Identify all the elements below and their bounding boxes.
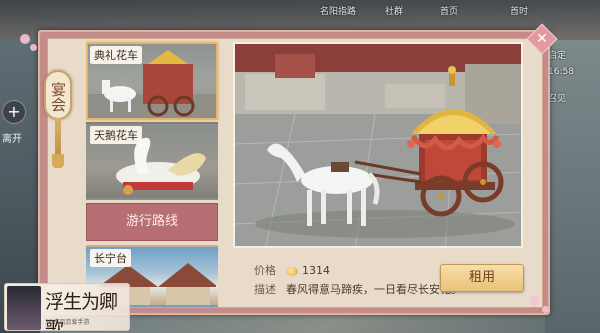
plus-icon[interactable]: + [2, 100, 26, 124]
blossom-decoration [530, 296, 540, 306]
hud-top-item[interactable]: 首页 [440, 4, 458, 17]
tassel-icon [52, 118, 64, 168]
ceremony-float-preview-image [235, 44, 521, 246]
hud-top-item[interactable]: 名阳指路 [320, 4, 356, 17]
float-card-ceremony[interactable]: 典礼花车 [86, 42, 218, 120]
float-card-label: 天鹅花车 [90, 126, 142, 144]
leave-label[interactable]: 离开 [2, 130, 32, 145]
close-icon: ✕ [536, 31, 548, 47]
price-row: 价格 1314 [254, 262, 330, 278]
description-value: 春风得意马蹄疾，一日看尽长安花。 [286, 283, 462, 296]
logo-subtitle: 3D古风恋爱手游 [45, 319, 90, 326]
hud-right-item[interactable]: 召见 [548, 91, 598, 104]
float-preview[interactable] [233, 42, 523, 248]
blossom-decoration [542, 306, 549, 313]
tab-banquet[interactable]: 宴会 [44, 70, 72, 120]
coin-icon [286, 266, 298, 276]
hud-right-time: 16:58 [548, 67, 574, 77]
hud-left: + 离开 [2, 100, 32, 145]
hud-right: 启定 16:58 召见 [548, 8, 598, 110]
float-card-swan[interactable]: 天鹅花车 [86, 122, 218, 200]
character-portrait [7, 286, 41, 330]
price-value: 1314 [302, 264, 330, 277]
game-logo: 浮生为卿歌 3D古风恋爱手游 [4, 283, 130, 331]
blossom-decoration [30, 44, 37, 51]
hud-right-item[interactable]: 启定 [548, 48, 598, 61]
blossom-decoration [20, 34, 30, 44]
float-card-label: 长宁台 [90, 249, 131, 267]
price-label: 价格 [254, 264, 276, 277]
rent-button[interactable]: 租用 [440, 264, 524, 292]
description-row: 描述 春风得意马蹄疾，一日看尽长安花。 [254, 281, 462, 297]
parade-route-button[interactable]: 游行路线 [86, 203, 218, 241]
float-card-label: 典礼花车 [90, 46, 142, 64]
hud-top-item[interactable]: 首时 [510, 4, 528, 17]
description-label: 描述 [254, 283, 276, 296]
hud-top-item[interactable]: 社群 [385, 4, 403, 17]
float-list: 典礼花车 天鹅花车 游行路线 长宁台 [86, 40, 220, 308]
